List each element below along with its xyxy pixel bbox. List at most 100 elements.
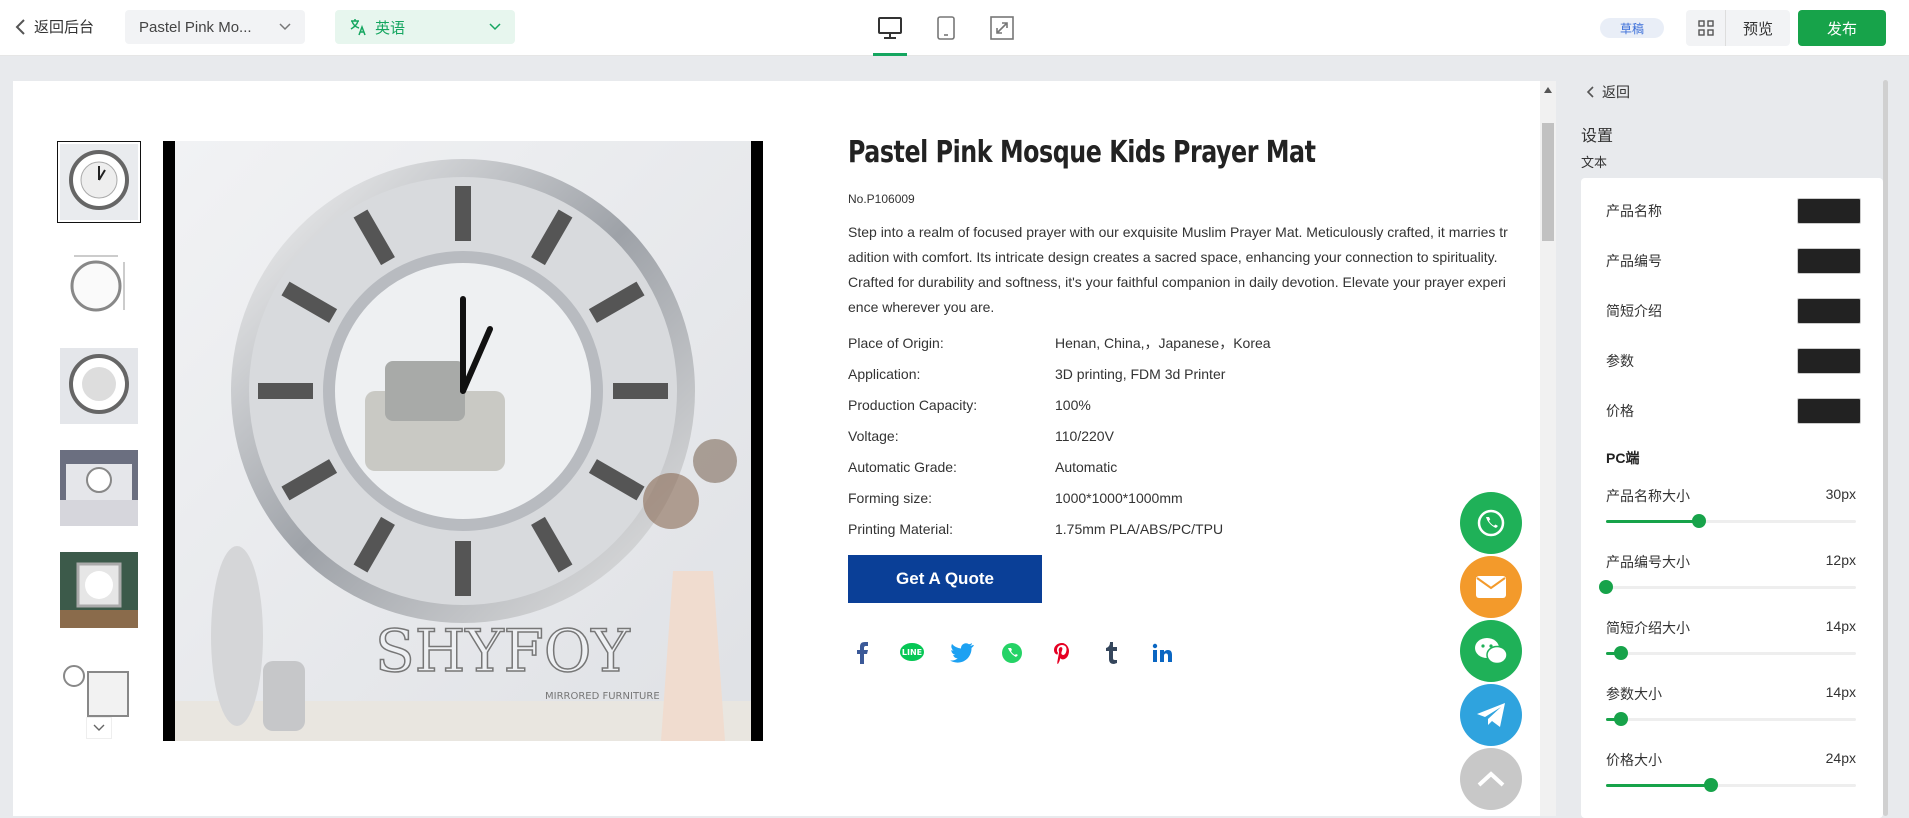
color-swatch-picker[interactable]	[1797, 398, 1861, 424]
chevron-left-icon	[1586, 86, 1594, 98]
thumbnail-1[interactable]	[57, 141, 141, 223]
slider-value: 24px	[1825, 750, 1856, 766]
slider-handle[interactable]	[1704, 778, 1718, 792]
color-setting-row: 简短介绍	[1606, 298, 1861, 324]
tumblr-icon[interactable]	[1098, 639, 1126, 667]
color-setting-row: 价格	[1606, 398, 1861, 424]
slider-value: 30px	[1825, 486, 1856, 502]
color-swatch-picker[interactable]	[1797, 248, 1861, 274]
panel-subheading: 文本	[1581, 155, 1608, 170]
slider-label: 产品名称大小	[1606, 488, 1690, 504]
product-params: Place of Origin: Henan, China,，Japanese，K…	[848, 328, 1508, 545]
page-canvas: SHYFOY MIRRORED FURNITURE Pastel Pink Mo…	[13, 81, 1540, 816]
color-swatch-picker[interactable]	[1797, 298, 1861, 324]
slider-handle[interactable]	[1691, 514, 1706, 528]
slider-value: 12px	[1825, 552, 1856, 568]
slider-track[interactable]	[1606, 712, 1856, 726]
tablet-view-button[interactable]	[929, 10, 963, 46]
back-to-top-button[interactable]	[1460, 748, 1522, 810]
slider-value: 14px	[1825, 618, 1856, 634]
desktop-icon	[878, 17, 902, 39]
language-select-value: 英语	[375, 19, 406, 37]
get-quote-button[interactable]: Get A Quote	[848, 555, 1042, 603]
translate-icon	[350, 19, 366, 36]
product-description: Step into a realm of focused prayer with…	[848, 224, 1508, 315]
float-whatsapp-button[interactable]	[1460, 492, 1522, 554]
param-row: Place of Origin: Henan, China,，Japanese，K…	[848, 328, 1508, 359]
status-badge: 草稿	[1600, 18, 1664, 38]
canvas-scrollbar-thumb[interactable]	[1542, 123, 1554, 241]
chevron-left-icon	[15, 18, 25, 35]
slider-track[interactable]	[1599, 580, 1856, 594]
float-telegram-button[interactable]	[1460, 684, 1522, 746]
back-to-admin-button[interactable]: 返回后台	[14, 16, 94, 37]
back-to-admin-label: 返回后台	[34, 19, 95, 36]
slider-handle[interactable]	[1614, 712, 1628, 726]
panel-back-button[interactable]: 返回	[1586, 82, 1630, 102]
slider-header: 简短介绍大小 14px	[1606, 618, 1856, 638]
fullscreen-view-button[interactable]	[985, 10, 1019, 46]
slider-track[interactable]	[1606, 514, 1856, 528]
whatsapp-icon	[1477, 509, 1505, 537]
slider-handle[interactable]	[1614, 646, 1628, 660]
qr-code-icon[interactable]	[1686, 10, 1726, 46]
social-share-bar: LINE	[848, 639, 1508, 667]
tablet-icon	[937, 16, 955, 40]
thumbnail-3[interactable]	[57, 345, 141, 427]
slider-label: 产品编号大小	[1606, 554, 1690, 570]
thumbnail-5[interactable]	[57, 549, 141, 631]
color-swatch-picker[interactable]	[1797, 198, 1861, 224]
scroll-up-arrow-icon[interactable]	[1544, 87, 1552, 93]
param-row: Production Capacity: 100%	[848, 390, 1508, 421]
wechat-icon	[1475, 638, 1508, 665]
color-setting-label: 价格	[1606, 403, 1634, 419]
color-setting-row: 参数	[1606, 348, 1861, 374]
page-select[interactable]: Pastel Pink Mo...	[125, 10, 305, 44]
product-info: Pastel Pink Mosque Kids Prayer Mat No.P1…	[848, 135, 1508, 667]
slider-label: 价格大小	[1606, 752, 1662, 768]
param-row: Voltage: 110/220V	[848, 421, 1508, 452]
thumbnail-2[interactable]	[57, 243, 141, 325]
param-row: Application: 3D printing, FDM 3d Printer	[848, 359, 1508, 390]
pc-section-heading: PC端	[1606, 450, 1640, 466]
linkedin-icon[interactable]	[1148, 639, 1176, 667]
chevron-down-icon	[489, 23, 501, 31]
thumbnail-scroll-down-button[interactable]	[86, 717, 112, 739]
twitter-icon[interactable]	[948, 639, 976, 667]
slider-header: 参数大小 14px	[1606, 684, 1856, 704]
panel-scrollbar[interactable]	[1883, 80, 1888, 816]
slider-track[interactable]	[1606, 646, 1856, 660]
color-setting-label: 简短介绍	[1606, 303, 1662, 319]
slider-label: 简短介绍大小	[1606, 620, 1690, 636]
param-key: Printing Material:	[848, 521, 954, 537]
size-slider-row: 产品名称大小 30px	[1606, 486, 1856, 528]
line-icon[interactable]: LINE	[898, 639, 926, 667]
thumbnail-4[interactable]	[57, 447, 141, 529]
param-key: Production Capacity:	[848, 397, 978, 413]
canvas-scrollbar[interactable]	[1540, 81, 1556, 816]
float-mail-button[interactable]	[1460, 556, 1522, 618]
whatsapp-icon[interactable]	[998, 639, 1026, 667]
size-slider-row: 简短介绍大小 14px	[1606, 618, 1856, 660]
param-key: Voltage:	[848, 428, 899, 444]
slider-track[interactable]	[1606, 778, 1856, 792]
slider-fill	[1606, 784, 1711, 787]
size-slider-row: 参数大小 14px	[1606, 684, 1856, 726]
slider-handle[interactable]	[1599, 580, 1613, 594]
color-swatch-picker[interactable]	[1797, 348, 1861, 374]
back-to-top-icon	[1477, 771, 1505, 787]
pinterest-icon[interactable]	[1048, 639, 1076, 667]
float-wechat-button[interactable]	[1460, 620, 1522, 682]
slider-header: 产品名称大小 30px	[1606, 486, 1856, 506]
facebook-icon[interactable]	[848, 639, 876, 667]
slider-header: 价格大小 24px	[1606, 750, 1856, 770]
desktop-view-button[interactable]	[873, 10, 907, 56]
language-select[interactable]: 英语	[335, 10, 515, 44]
param-value: Henan, China,，Japanese，Korea	[1055, 335, 1271, 351]
brand-subline: MIRRORED FURNITURE	[545, 691, 660, 702]
preview-button[interactable]: 预览	[1686, 10, 1790, 46]
chevron-down-icon	[279, 23, 291, 31]
main-product-image[interactable]: SHYFOY MIRRORED FURNITURE	[163, 141, 763, 741]
publish-button[interactable]: 发布	[1798, 10, 1886, 46]
mail-icon	[1476, 576, 1506, 598]
